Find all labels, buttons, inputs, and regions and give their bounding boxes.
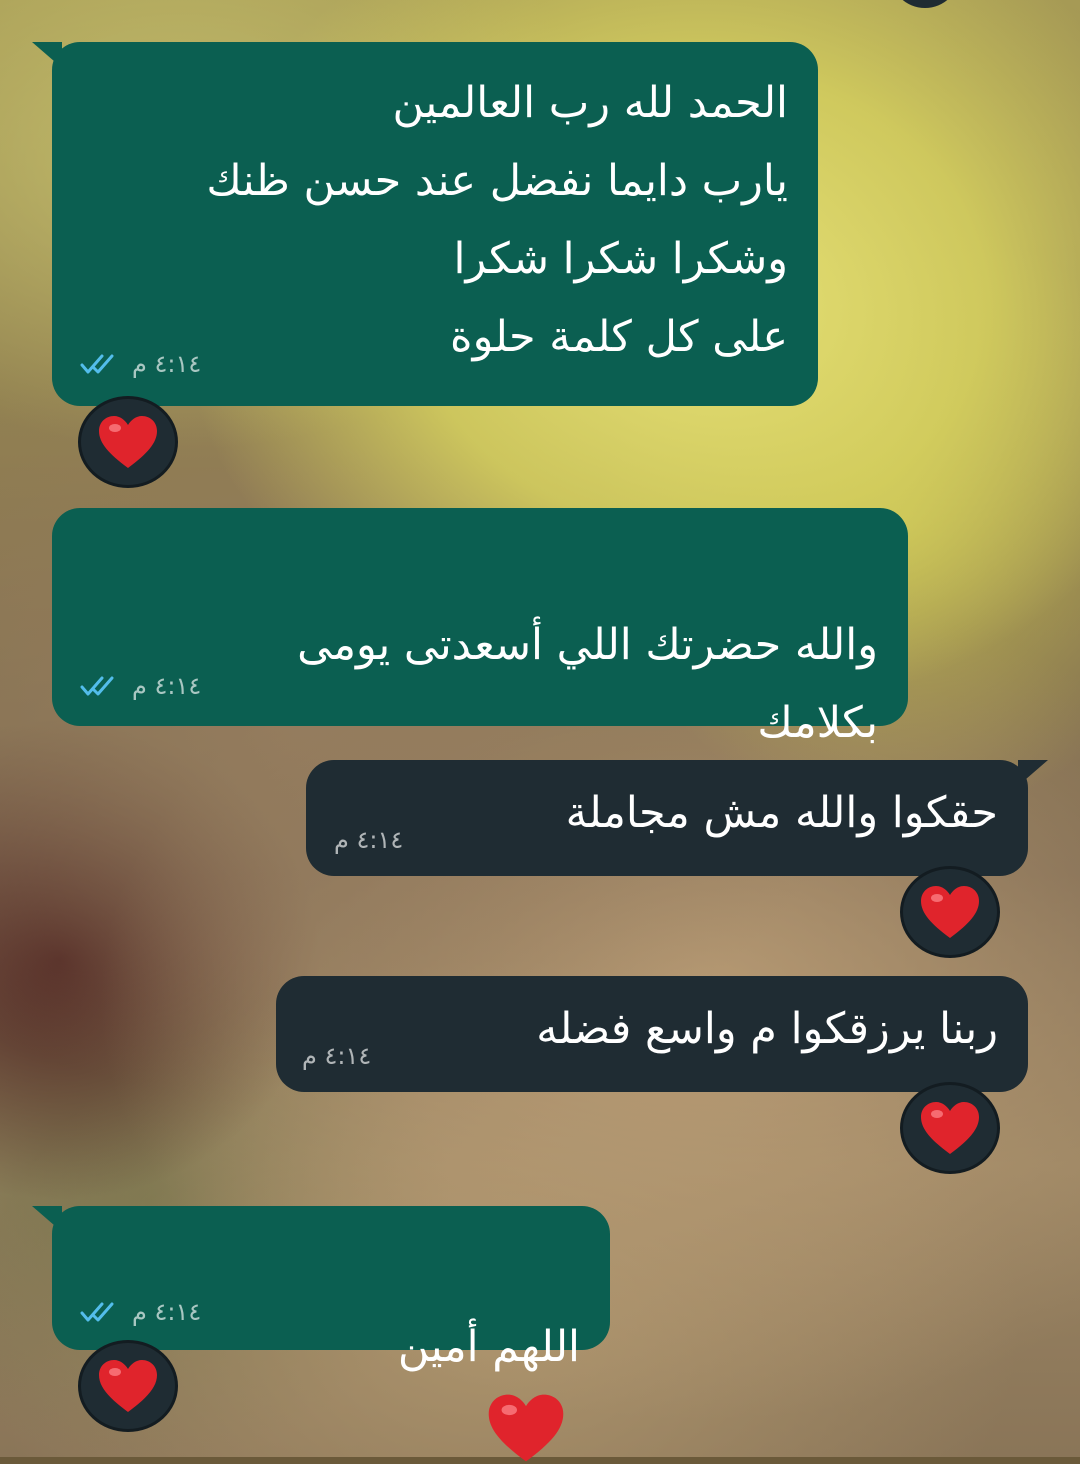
red-heart-icon	[921, 1102, 979, 1154]
message-text: حقكوا والله مش مجاملة	[565, 788, 998, 838]
message-time: ٤:١٤ م	[132, 672, 202, 700]
reaction-badge[interactable]	[78, 1340, 178, 1432]
message-text-line: اللهم أمين	[397, 1322, 580, 1372]
message-time: ٤:١٤ م	[334, 826, 404, 854]
red-heart-icon	[99, 416, 157, 468]
message-time: ٤:١٤ م	[132, 1298, 202, 1326]
message-bubble-outgoing[interactable]: اللهم أمين ٤:١٤ م	[32, 1206, 610, 1461]
red-heart-icon	[99, 1360, 157, 1412]
reaction-badge[interactable]	[900, 1082, 1000, 1174]
message-text: ربنا يرزقكوا م واسع فضله	[536, 1004, 998, 1054]
double-check-icon	[80, 354, 114, 374]
double-check-icon	[80, 1302, 114, 1322]
reaction-badge[interactable]	[900, 866, 1000, 958]
bubble-tail	[32, 42, 62, 68]
message-text: الحمد لله رب العالمين يارب دايما نفضل عن…	[206, 78, 788, 362]
message-meta: ٤:١٤ م	[334, 826, 403, 854]
message-bubble-outgoing[interactable]: والله حضرتك اللي أسعدتى يومى بكلامك ٤:١٤…	[52, 508, 908, 837]
red-heart-icon	[488, 1394, 564, 1461]
message-meta: ٤:١٤ م	[302, 1042, 371, 1070]
message-meta: ٤:١٤ م	[80, 1298, 201, 1326]
message-time: ٤:١٤ م	[132, 350, 202, 378]
message-meta: ٤:١٤ م	[80, 672, 201, 700]
message-bubble-incoming[interactable]: حقكوا والله مش مجاملة ٤:١٤ م	[306, 760, 1048, 876]
message-text-line: والله حضرتك اللي أسعدتى يومى بكلامك	[297, 620, 878, 748]
bubble-tail	[32, 1206, 62, 1232]
red-heart-icon	[921, 886, 979, 938]
message-meta: ٤:١٤ م	[80, 350, 201, 378]
message-text: اللهم أمين	[398, 1230, 580, 1464]
double-check-icon	[80, 676, 114, 696]
message-bubble-incoming[interactable]: ربنا يرزقكوا م واسع فضله ٤:١٤ م	[276, 976, 1028, 1092]
message-bubble-outgoing[interactable]: الحمد لله رب العالمين يارب دايما نفضل عن…	[32, 42, 818, 406]
bubble-tail	[1018, 760, 1048, 786]
reaction-badge[interactable]	[78, 396, 178, 488]
message-time: ٤:١٤ م	[302, 1042, 372, 1070]
